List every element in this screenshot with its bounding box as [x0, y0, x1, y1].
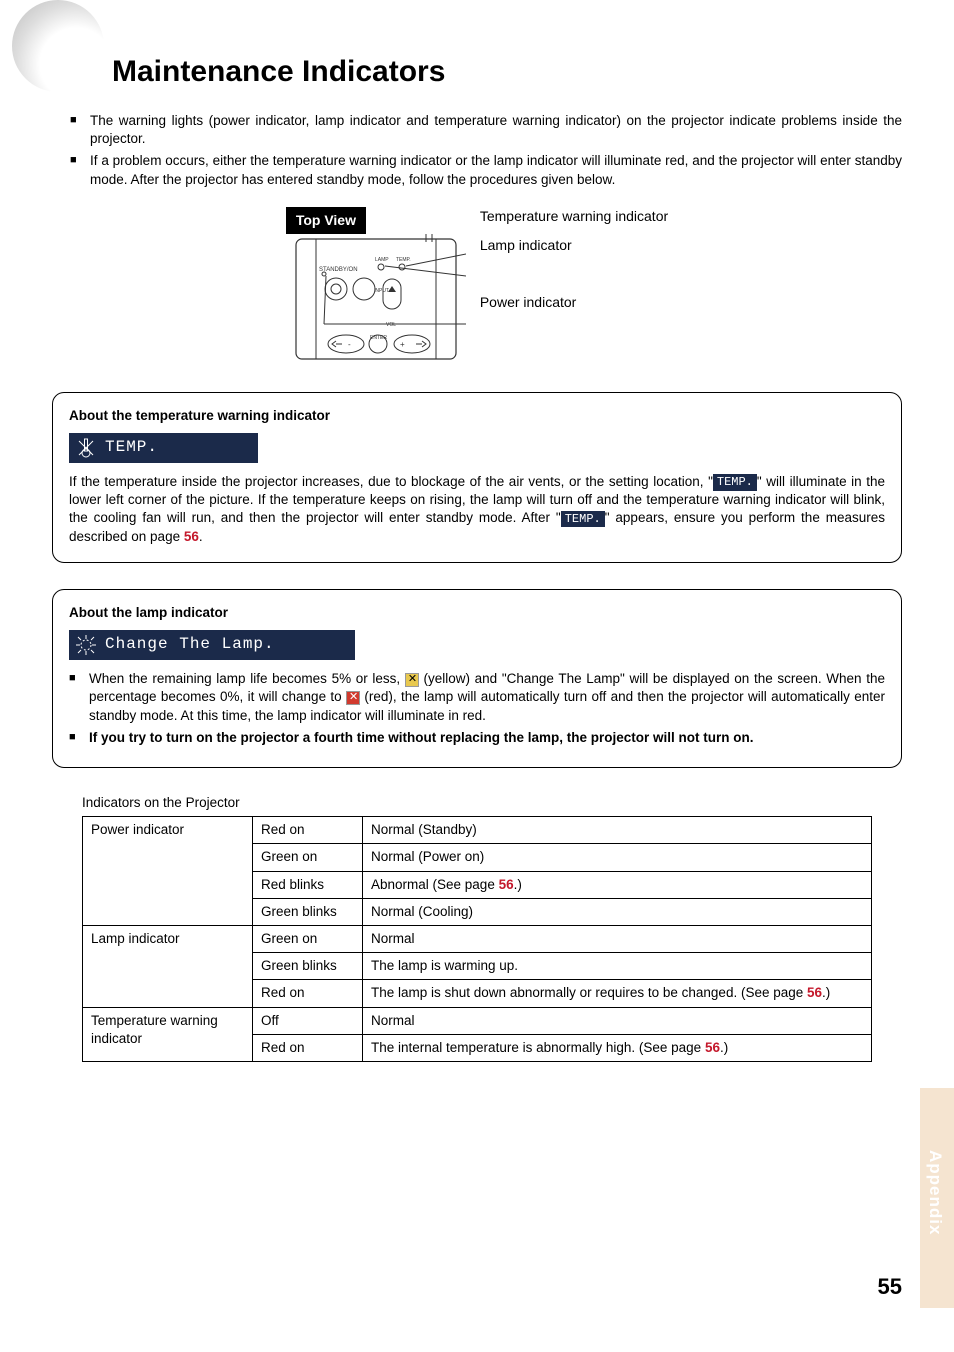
state-cell: Red on: [253, 980, 363, 1007]
top-view-diagram: STANDBY/ON LAMP TEMP. INPUT VOL -: [286, 234, 466, 364]
desc-cell: Normal: [363, 1007, 872, 1034]
svg-text:LAMP: LAMP: [375, 257, 389, 263]
lamp-red-icon: [346, 691, 360, 705]
temp-warning-box: About the temperature warning indicator …: [52, 392, 902, 563]
temp-inline-tag: TEMP.: [713, 474, 757, 490]
text: When the remaining lamp life becomes 5% …: [89, 671, 405, 686]
label-power-indicator: Power indicator: [480, 293, 668, 312]
table-row: Power indicatorRed onNormal (Standby): [83, 817, 872, 844]
top-view-labels: Temperature warning indicator Lamp indic…: [480, 207, 668, 322]
title-decor-circle: [12, 0, 104, 92]
thermometer-icon: [75, 437, 97, 459]
page-ref-56[interactable]: 56: [807, 985, 822, 1000]
temp-tag-text: TEMP.: [105, 437, 158, 459]
indicator-cell: Temperature warning indicator: [83, 1007, 253, 1061]
desc-cell: The lamp is shut down abnormally or requ…: [363, 980, 872, 1007]
lamp-tag-text: Change The Lamp.: [105, 634, 275, 656]
state-cell: Green on: [253, 844, 363, 871]
table-row: Lamp indicatorGreen onNormal: [83, 926, 872, 953]
page-content: Maintenance Indicators The warning light…: [0, 0, 954, 1062]
desc-cell: Normal (Cooling): [363, 898, 872, 925]
state-cell: Red on: [253, 817, 363, 844]
intro-list: The warning lights (power indicator, lam…: [70, 112, 902, 189]
svg-text:INPUT: INPUT: [374, 288, 389, 294]
page-number: 55: [878, 1272, 902, 1302]
top-view-badge: Top View: [286, 207, 366, 234]
label-temp-indicator: Temperature warning indicator: [480, 207, 668, 226]
svg-text:+: +: [400, 340, 405, 349]
indicator-cell: Lamp indicator: [83, 926, 253, 1008]
state-cell: Off: [253, 1007, 363, 1034]
svg-text:-: -: [348, 340, 351, 349]
lamp-indicator-box: About the lamp indicator Change The Lamp…: [52, 589, 902, 768]
temp-box-head: About the temperature warning indicator: [69, 407, 885, 425]
desc-cell: Abnormal (See page 56.): [363, 871, 872, 898]
table-row: Temperature warning indicatorOffNormal: [83, 1007, 872, 1034]
svg-text:VOL: VOL: [386, 322, 396, 328]
desc-cell: Normal (Power on): [363, 844, 872, 871]
text: If the temperature inside the projector …: [69, 474, 713, 489]
side-tab-label: Appendix: [923, 1150, 946, 1235]
state-cell: Red on: [253, 1034, 363, 1061]
page-ref-56[interactable]: 56: [705, 1040, 720, 1055]
desc-cell: Normal: [363, 926, 872, 953]
lamp-list-item: When the remaining lamp life becomes 5% …: [69, 670, 885, 725]
lamp-box-head: About the lamp indicator: [69, 604, 885, 622]
desc-cell: The internal temperature is abnormally h…: [363, 1034, 872, 1061]
lamp-list-item-bold: If you try to turn on the projector a fo…: [69, 729, 885, 747]
lamp-list: When the remaining lamp life becomes 5% …: [69, 670, 885, 747]
state-cell: Green blinks: [253, 898, 363, 925]
title-row: Maintenance Indicators: [52, 30, 902, 92]
text: .: [199, 529, 203, 544]
svg-text:TEMP.: TEMP.: [396, 257, 411, 263]
desc-cell: Normal (Standby): [363, 817, 872, 844]
label-lamp-indicator: Lamp indicator: [480, 236, 668, 255]
table-title: Indicators on the Projector: [82, 794, 902, 812]
temp-inline-tag: TEMP.: [561, 511, 605, 527]
svg-text:ENTER: ENTER: [370, 335, 387, 341]
lamp-burst-icon: [75, 634, 97, 656]
state-cell: Green on: [253, 926, 363, 953]
intro-item: The warning lights (power indicator, lam…: [70, 112, 902, 148]
state-cell: Red blinks: [253, 871, 363, 898]
lamp-tag: Change The Lamp.: [69, 630, 355, 660]
temp-box-paragraph: If the temperature inside the projector …: [69, 473, 885, 546]
indicator-cell: Power indicator: [83, 817, 253, 926]
intro-item: If a problem occurs, either the temperat…: [70, 152, 902, 188]
desc-cell: The lamp is warming up.: [363, 953, 872, 980]
top-view-section: Top View STANDBY/ON LAMP TE: [52, 207, 902, 364]
indicators-table: Power indicatorRed onNormal (Standby)Gre…: [82, 816, 872, 1062]
page-ref-56[interactable]: 56: [184, 529, 199, 544]
lamp-yellow-icon: [405, 673, 419, 687]
page-ref-56[interactable]: 56: [499, 877, 514, 892]
temp-tag: TEMP.: [69, 433, 258, 463]
state-cell: Green blinks: [253, 953, 363, 980]
page-title: Maintenance Indicators: [112, 52, 445, 93]
